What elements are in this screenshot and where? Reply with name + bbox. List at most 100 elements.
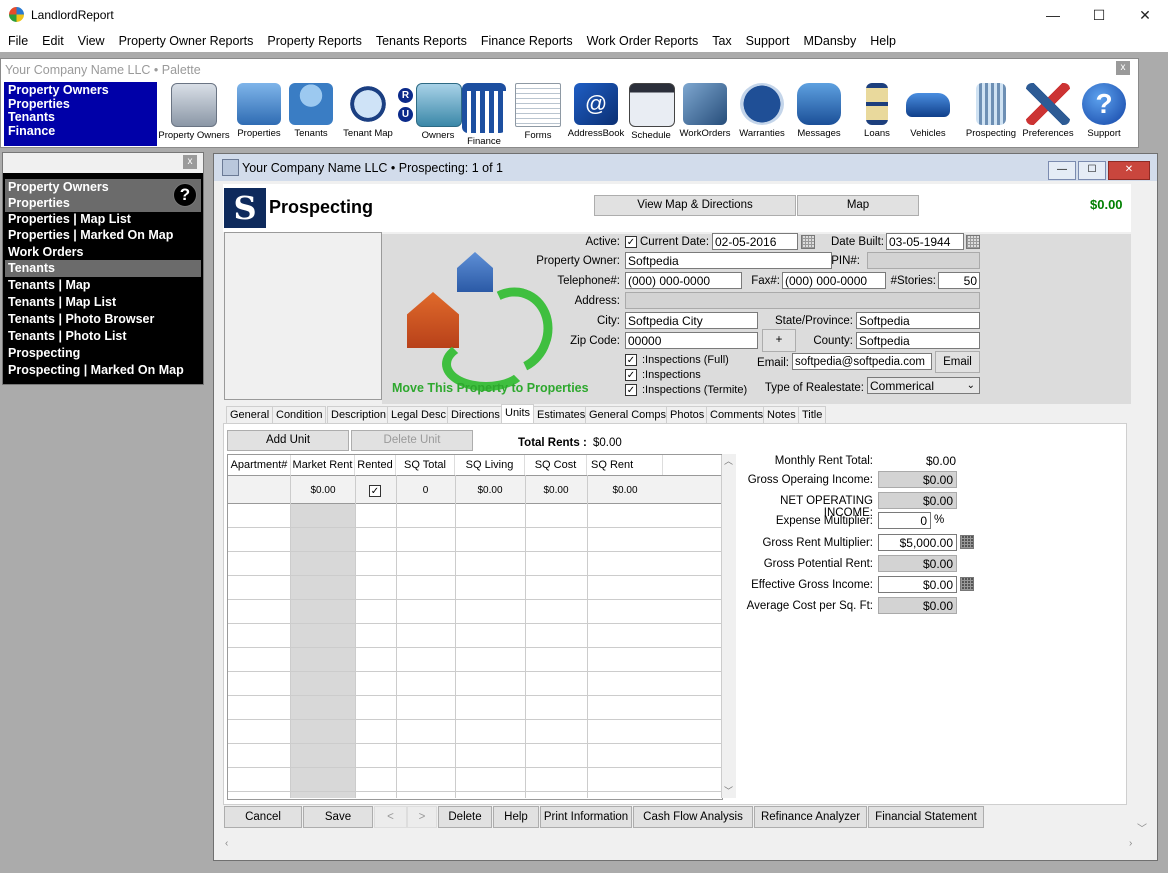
map-button[interactable]: Map [797, 195, 919, 216]
property-photo[interactable] [224, 232, 382, 400]
tool-workorders[interactable]: WorkOrders [679, 83, 731, 139]
inspections-full-checkbox[interactable]: ✓ [625, 354, 637, 366]
tool-preferences[interactable]: Preferences [1021, 83, 1075, 139]
add-unit-button[interactable]: Add Unit [227, 430, 349, 451]
nav-work-orders[interactable]: Work Orders [8, 244, 198, 261]
tab-directions[interactable]: Directions [447, 406, 504, 423]
vertical-scrollbar[interactable]: ﹀ [1132, 184, 1152, 835]
financial-statement-button[interactable]: Financial Statement [868, 806, 984, 828]
tool-finance[interactable]: Finance [462, 83, 506, 147]
nav-tenants-map[interactable]: Tenants | Map [8, 277, 198, 294]
previous-button[interactable]: < [374, 806, 407, 828]
tab-comments[interactable]: Comments [706, 406, 768, 423]
property-owner-field[interactable]: Softpedia [625, 252, 832, 269]
fax-field[interactable]: (000) 000-0000 [782, 272, 886, 289]
scroll-down-icon[interactable]: ﹀ [724, 784, 733, 797]
menu-edit[interactable]: Edit [42, 31, 64, 48]
current-date-calendar-icon[interactable] [801, 235, 815, 249]
col-sq-rent[interactable]: SQ Rent [587, 455, 663, 475]
pin-field[interactable] [867, 252, 980, 269]
tool-tenants[interactable]: Tenants [289, 83, 333, 139]
col-rented[interactable]: Rented [355, 455, 396, 475]
type-of-realestate-select[interactable]: Commerical ⌄ [867, 377, 980, 394]
nav-prospecting-marked-on-map[interactable]: Prospecting | Marked On Map [8, 362, 198, 379]
left-pane-close-icon[interactable]: x [183, 155, 197, 169]
scroll-right-icon[interactable]: › [1129, 838, 1132, 849]
print-information-button[interactable]: Print Information [540, 806, 632, 828]
delete-unit-button[interactable]: Delete Unit [351, 430, 473, 451]
delete-button[interactable]: Delete [438, 806, 492, 828]
average-cost-field[interactable]: $0.00 [878, 597, 957, 614]
tab-photos[interactable]: Photos [666, 406, 709, 423]
menu-file[interactable]: File [8, 31, 28, 48]
child-maximize-button[interactable]: ☐ [1078, 161, 1106, 180]
help-button[interactable]: Help [493, 806, 539, 828]
stories-field[interactable]: 50 [938, 272, 980, 289]
units-grid[interactable]: Apartment# Market Rent Rented SQ Total S… [227, 454, 723, 800]
tool-schedule[interactable]: Schedule [629, 83, 675, 141]
col-sq-living[interactable]: SQ Living [455, 455, 525, 475]
tab-description[interactable]: Description [327, 406, 391, 423]
menu-finance-reports[interactable]: Finance Reports [481, 31, 573, 48]
inspections-checkbox[interactable]: ✓ [625, 369, 637, 381]
tool-forms[interactable]: Forms [515, 83, 561, 141]
save-button[interactable]: Save [303, 806, 373, 828]
scroll-up-icon[interactable]: ︿ [724, 454, 733, 467]
palette-nav-finance[interactable]: Finance [8, 124, 157, 139]
cell-rented-checkbox[interactable]: ✓ [369, 485, 381, 497]
nav-tenants-photo-list[interactable]: Tenants | Photo List [8, 328, 198, 345]
r-icon[interactable]: R [398, 88, 413, 103]
current-date-field[interactable]: 02-05-2016 [712, 233, 798, 250]
minimize-button[interactable]: — [1030, 0, 1076, 30]
menu-view[interactable]: View [78, 31, 105, 48]
maximize-button[interactable]: ☐ [1076, 0, 1122, 30]
tool-messages[interactable]: Messages [794, 83, 844, 139]
tool-tenant-map[interactable]: Tenant Map [341, 83, 395, 139]
help-icon[interactable]: ? [173, 183, 197, 207]
email-button[interactable]: Email [935, 351, 980, 373]
tab-estimates[interactable]: Estimates [533, 406, 590, 423]
nav-tenants-photo-browser[interactable]: Tenants | Photo Browser [8, 311, 198, 328]
county-field[interactable]: Softpedia [856, 332, 980, 349]
add-zip-button[interactable]: + [762, 329, 796, 352]
palette-close-icon[interactable]: x [1116, 61, 1130, 75]
next-button[interactable]: > [407, 806, 437, 828]
tool-support[interactable]: ? Support [1078, 83, 1130, 139]
menu-tax[interactable]: Tax [712, 31, 731, 48]
refinance-analyzer-button[interactable]: Refinance Analyzer [754, 806, 867, 828]
tool-properties[interactable]: Properties [234, 83, 284, 139]
expense-multiplier-field[interactable]: 0 [878, 512, 931, 529]
nav-properties-map-list[interactable]: Properties | Map List [8, 211, 198, 228]
cell-market-rent[interactable]: $0.00 [291, 485, 355, 496]
palette-nav-properties[interactable]: Properties [8, 97, 157, 112]
tool-vehicles[interactable]: Vehicles [905, 83, 951, 139]
nav-properties-marked-on-map[interactable]: Properties | Marked On Map [8, 227, 198, 244]
email-field[interactable]: softpedia@softpedia.com [792, 353, 932, 370]
col-sq-cost[interactable]: SQ Cost [525, 455, 587, 475]
city-field[interactable]: Softpedia City [625, 312, 758, 329]
palette-nav-tenants[interactable]: Tenants [8, 110, 157, 125]
tab-condition[interactable]: Condition [272, 406, 327, 423]
menu-tenants-reports[interactable]: Tenants Reports [376, 31, 467, 48]
tab-general[interactable]: General [226, 406, 274, 423]
gross-rent-multiplier-field[interactable]: $5,000.00 [878, 534, 957, 551]
horizontal-scrollbar[interactable]: ‹ › [223, 837, 1139, 853]
menu-mdansby[interactable]: MDansby [803, 31, 856, 48]
active-checkbox[interactable]: ✓ [625, 236, 637, 248]
cancel-button[interactable]: Cancel [224, 806, 302, 828]
gross-operating-income-field[interactable]: $0.00 [878, 471, 957, 488]
telephone-field[interactable]: (000) 000-0000 [625, 272, 742, 289]
view-map-directions-button[interactable]: View Map & Directions [594, 195, 796, 216]
cell-sq-living[interactable]: $0.00 [455, 485, 525, 496]
close-button[interactable]: ✕ [1122, 0, 1168, 30]
col-market-rent[interactable]: Market Rent [291, 455, 355, 475]
nav-properties[interactable]: Properties [5, 195, 201, 212]
menu-property-reports[interactable]: Property Reports [267, 31, 361, 48]
tool-loans[interactable]: Loans [857, 83, 897, 139]
nav-tenants-map-list[interactable]: Tenants | Map List [8, 294, 198, 311]
nav-property-owners[interactable]: Property Owners [5, 179, 201, 196]
tool-owners[interactable]: Owners [416, 83, 462, 141]
address-field[interactable] [625, 292, 980, 309]
menu-help[interactable]: Help [870, 31, 896, 48]
date-built-calendar-icon[interactable] [966, 235, 980, 249]
